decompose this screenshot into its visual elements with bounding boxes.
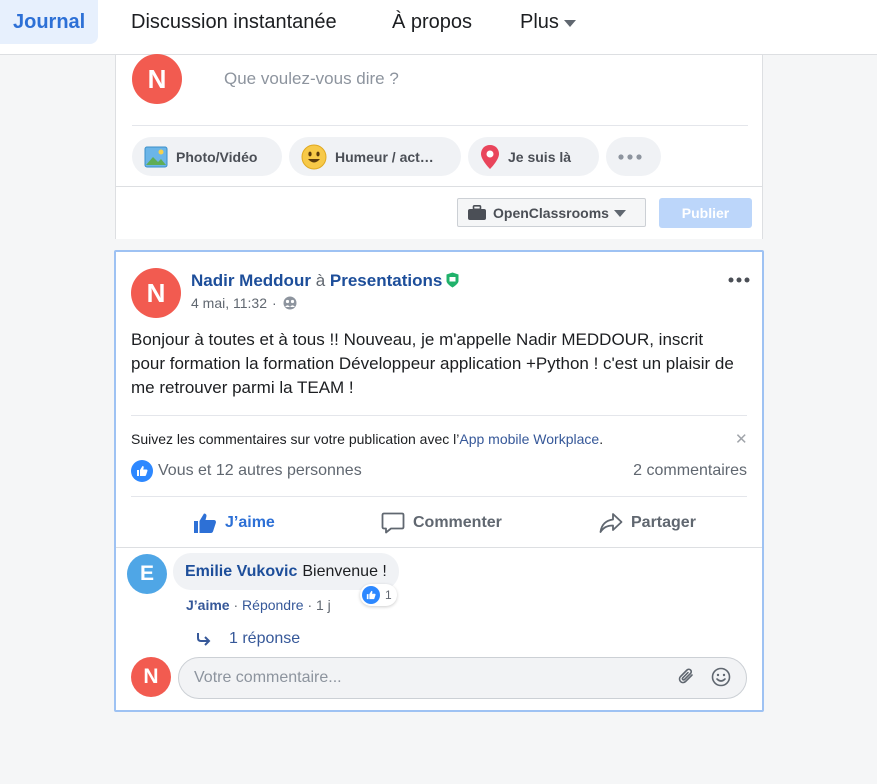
replies-label: 1 réponse (229, 630, 301, 647)
tab-about[interactable]: À propos (392, 0, 472, 44)
group-select[interactable]: OpenClassrooms (457, 198, 646, 227)
post-time[interactable]: 4 mai, 11:32 (191, 295, 267, 311)
comment-placeholder: Votre commentaire... (194, 669, 342, 686)
group-badge-icon (446, 272, 459, 288)
share-label: Partager (631, 514, 696, 531)
comment-reply-link[interactable]: Répondre (242, 597, 304, 613)
caret-down-icon (563, 19, 576, 27)
publish-button[interactable]: Publier (659, 198, 752, 228)
group-icon (283, 296, 297, 310)
view-replies-link[interactable]: 1 réponse (196, 630, 300, 648)
more-horizontal-icon (728, 277, 750, 283)
post-composer: N Que voulez-vous dire ? Photo/Vidéo Hum… (115, 54, 763, 239)
caret-down-icon (613, 210, 626, 217)
comment-label: Commenter (413, 514, 502, 531)
like-label: J’aime (225, 514, 275, 531)
avatar[interactable]: N (132, 54, 182, 104)
comment-reaction-count: 1 (385, 588, 392, 602)
notice-end: . (599, 431, 604, 447)
close-icon[interactable]: ✕ (735, 430, 748, 448)
feeling-label: Humeur / act… (335, 148, 434, 165)
more-options-button[interactable] (606, 137, 661, 176)
like-button[interactable]: J’aime (193, 511, 275, 535)
app-notice: Suivez les commentaires sur votre public… (131, 431, 603, 447)
workplace-app-link[interactable]: App mobile Workplace (459, 431, 599, 447)
check-in-button[interactable]: Je suis là (468, 137, 599, 176)
comments-section: E Emilie Vukovic Bienvenue ! 1 J’aime · … (116, 547, 762, 710)
input-icons (663, 667, 731, 687)
comment-like-link[interactable]: J’aime (186, 597, 230, 613)
avatar[interactable]: N (131, 657, 171, 697)
avatar[interactable]: E (127, 554, 167, 594)
emoji-icon[interactable] (711, 667, 731, 687)
post-meta: 4 mai, 11:32 · (191, 295, 298, 311)
share-icon (599, 513, 623, 533)
smiley-icon (301, 144, 327, 169)
composer-input[interactable]: Que voulez-vous dire ? (224, 69, 399, 89)
briefcase-icon (468, 204, 486, 220)
tab-discussion[interactable]: Discussion instantanée (131, 0, 337, 44)
photo-icon (144, 146, 168, 167)
reactions-text: Vous et 12 autres personnes (158, 462, 362, 479)
photo-video-button[interactable]: Photo/Vidéo (132, 137, 282, 176)
meta-dot: · (272, 295, 277, 311)
location-pin-icon (481, 144, 499, 169)
author-link[interactable]: Nadir Meddour (191, 271, 311, 290)
reply-arrow-icon (197, 633, 211, 646)
post-body: Bonjour à toutes et à tous !! Nouveau, j… (131, 330, 734, 397)
tab-more[interactable]: Plus (520, 0, 576, 44)
thumbs-up-icon (194, 513, 216, 533)
attachment-icon[interactable] (677, 667, 697, 687)
comment-actions: J’aime · Répondre · 1 j (186, 597, 331, 613)
top-nav: Journal Discussion instantanée À propos … (0, 0, 877, 55)
tab-journal[interactable]: Journal (0, 0, 99, 44)
like-reaction-icon (131, 460, 153, 482)
feeling-activity-button[interactable]: Humeur / act… (289, 137, 461, 176)
post-header: Nadir Meddour à Presentations (191, 271, 459, 291)
comment-input[interactable]: Votre commentaire... (178, 657, 747, 699)
check-in-label: Je suis là (508, 148, 572, 165)
divider (131, 415, 747, 416)
post-card: N Nadir Meddour à Presentations 4 mai, 1… (114, 250, 764, 712)
photo-video-label: Photo/Vidéo (176, 148, 258, 165)
header-separator: à (315, 271, 326, 290)
group-link[interactable]: Presentations (330, 271, 442, 290)
share-button[interactable]: Partager (599, 511, 696, 535)
comment-button[interactable]: Commenter (381, 511, 502, 535)
comment-author-link[interactable]: Emilie Vukovic (185, 563, 297, 581)
comments-count[interactable]: 2 commentaires (633, 462, 747, 480)
dot-separator: · (307, 597, 313, 613)
divider (131, 496, 747, 497)
comment-icon (381, 512, 405, 534)
comment-reactions[interactable]: 1 (360, 584, 397, 606)
reactions-summary[interactable]: Vous et 12 autres personnes (131, 460, 362, 482)
group-select-label: OpenClassrooms (493, 204, 609, 221)
like-reaction-icon (362, 586, 380, 604)
tab-more-label: Plus (520, 10, 559, 33)
comment-time[interactable]: 1 j (316, 597, 331, 613)
notice-text: Suivez les commentaires sur votre public… (131, 431, 460, 447)
more-horizontal-icon (617, 153, 642, 160)
divider (132, 125, 748, 126)
avatar[interactable]: N (131, 268, 181, 318)
comment-text: Bienvenue ! (302, 562, 387, 580)
composer-footer: OpenClassrooms Publier (116, 186, 762, 239)
dot-separator: · (233, 597, 239, 613)
post-options-button[interactable] (728, 266, 750, 289)
